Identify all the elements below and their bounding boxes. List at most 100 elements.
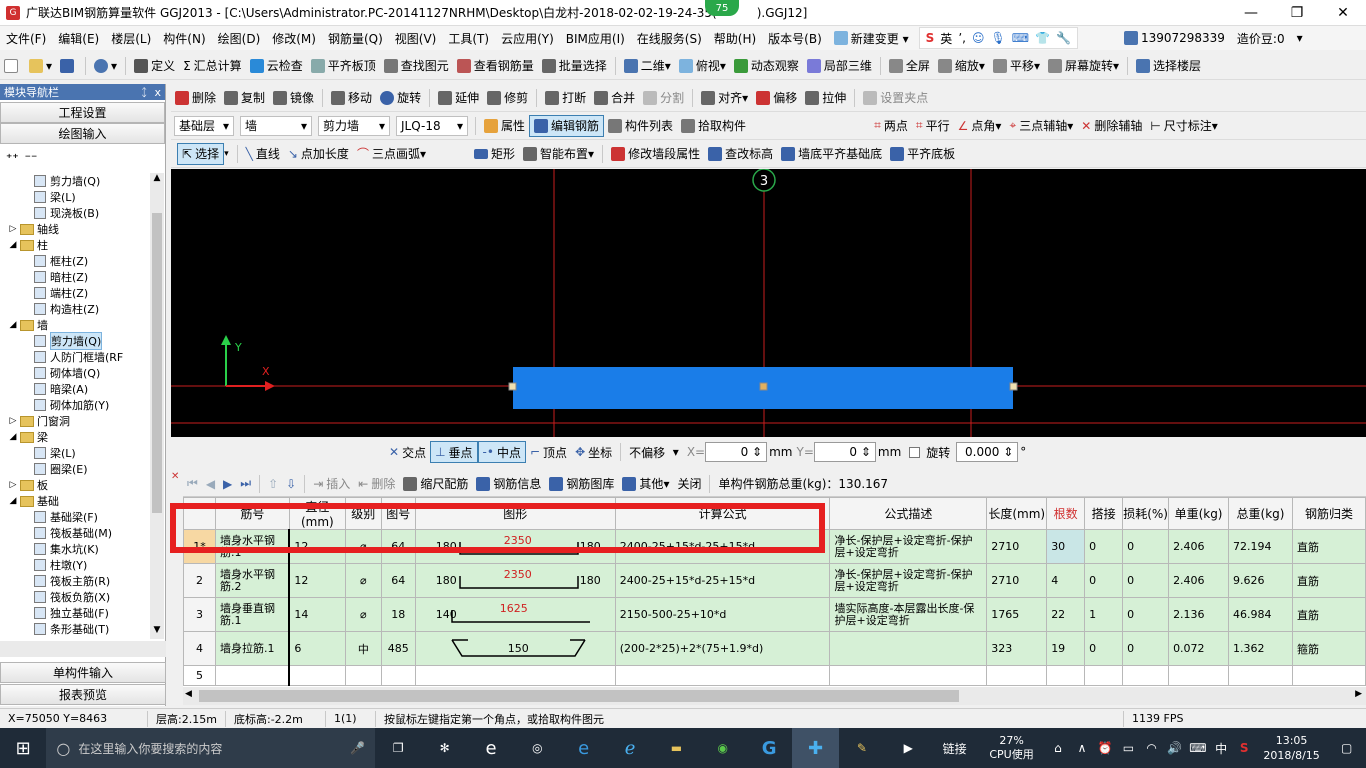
rebar-info-button[interactable]: 钢筋信息	[472, 473, 545, 495]
grid-cell-count[interactable]: 19	[1046, 631, 1086, 666]
row-number-cell[interactable]: 2	[183, 563, 216, 598]
check-elevation-button[interactable]: 查改标高	[704, 143, 777, 165]
summary-calc-button[interactable]: Σ 汇总计算	[179, 55, 246, 77]
insert-row-button[interactable]: ⇥ 插入	[309, 473, 354, 495]
grid-cell-total[interactable]: 72.194	[1228, 529, 1293, 564]
grid-header-cell[interactable]: 钢筋归类	[1291, 497, 1366, 530]
menu-version[interactable]: 版本号(B)	[762, 30, 828, 47]
tree-item[interactable]: 现浇板(B)	[0, 205, 150, 221]
menu-bim[interactable]: BIM应用(I)	[560, 30, 631, 47]
ime-toolbar[interactable]: S 英 ʼ, ☺ 🎙 ⌨ 👕 🔧	[918, 27, 1078, 49]
mirror-button[interactable]: 镜像	[269, 87, 318, 109]
grid-cell-len[interactable]: 1765	[986, 597, 1048, 632]
wall-grip-left[interactable]	[508, 382, 517, 391]
component-list-button[interactable]: 构件列表	[604, 115, 677, 137]
zoom-dropdown[interactable]: 缩放 ▾	[934, 55, 989, 77]
glodon-active-icon[interactable]: ✚	[792, 728, 839, 768]
tree-item[interactable]: 柱墩(Y)	[0, 557, 150, 573]
category-select[interactable]: 墙 ▾	[240, 115, 312, 136]
tree-item[interactable]: 独立基础(F)	[0, 605, 150, 621]
taskbar-search[interactable]: ○ 在这里输入你要搜索的内容 🎤	[46, 728, 376, 768]
snap-vertex[interactable]: ⌐ 顶点	[526, 441, 571, 463]
grid-cell-dia[interactable]	[288, 665, 346, 686]
grid-cell-formula[interactable]	[614, 665, 831, 686]
parallel-button[interactable]: ⌗ 平行	[912, 115, 954, 137]
volume-icon[interactable]: 🔊	[1163, 728, 1186, 768]
type-select[interactable]: 剪力墙 ▾	[318, 115, 390, 136]
tree-item[interactable]: 剪力墙(Q)	[0, 332, 150, 350]
grid-cell-name[interactable]: 墙身拉筋.1	[214, 631, 291, 666]
grid-cell-grade[interactable]: ⌀	[344, 597, 382, 632]
menu-draw[interactable]: 绘图(D)	[212, 30, 267, 47]
close-button[interactable]: ✕	[1320, 0, 1366, 26]
two-point-button[interactable]: ⌗ 两点	[870, 115, 912, 137]
rebar-shape-cell[interactable]: 150	[414, 631, 616, 666]
grid-cell-cat[interactable]	[1291, 665, 1366, 686]
tree-item[interactable]: 筏板主筋(R)	[0, 573, 150, 589]
canvas-svg[interactable]: 3 Y X	[171, 169, 1366, 437]
media-icon[interactable]: ▶	[885, 728, 931, 768]
wifi-icon[interactable]: ◠	[1140, 728, 1163, 768]
row-number-cell[interactable]: 3	[183, 597, 216, 632]
minimize-button[interactable]: —	[1228, 0, 1274, 26]
grid-cell-len[interactable]: 2710	[986, 529, 1048, 564]
tree-item[interactable]: 梁(L)	[0, 445, 150, 461]
grid-cell-name[interactable]: 墙身水平钢筋.2	[214, 563, 291, 598]
tray-expand-icon[interactable]: ∧	[1070, 728, 1093, 768]
grid-cell-len[interactable]: 323	[986, 631, 1048, 666]
start-button[interactable]: ⊞	[0, 728, 46, 768]
row-number-cell[interactable]: 4	[183, 631, 216, 666]
grid-cell-dia[interactable]: 14	[288, 597, 346, 632]
wifi-tool-icon[interactable]: ◎	[514, 728, 560, 768]
batch-select-button[interactable]: 批量选择	[538, 55, 611, 77]
grid-cell-lap[interactable]: 0	[1084, 631, 1124, 666]
move-up-icon[interactable]: ⇧	[264, 473, 282, 495]
browser-360-icon[interactable]: ◉	[700, 728, 746, 768]
collapse-icon[interactable]: ◢	[8, 240, 18, 250]
new-file-icon[interactable]	[0, 55, 25, 77]
wall-grip-mid[interactable]	[759, 382, 768, 391]
alarm-icon[interactable]: ⏰	[1094, 728, 1117, 768]
drawing-input-button[interactable]: 绘图输入	[0, 123, 165, 144]
open-file-icon[interactable]: ▾	[25, 55, 56, 77]
dimension-dropdown[interactable]: ⊢ 尺寸标注 ▾	[1146, 115, 1222, 137]
screen-rotate-dropdown[interactable]: 屏幕旋转 ▾	[1044, 55, 1123, 77]
grid-cell-len[interactable]	[986, 665, 1048, 686]
grid-cell-formula[interactable]: 2400-25+15*d-25+15*d	[614, 563, 831, 598]
menu-component[interactable]: 构件(N)	[157, 30, 211, 47]
grid-cell-desc[interactable]	[829, 631, 988, 666]
menu-cloud[interactable]: 云应用(Y)	[495, 30, 560, 47]
keyboard-tray-icon[interactable]: ⌨	[1186, 728, 1209, 768]
grid-header-cell[interactable]: 单重(kg)	[1168, 497, 1230, 530]
prev-record-icon[interactable]: ◀	[202, 473, 219, 495]
tree-item[interactable]: ▷ 板	[0, 477, 150, 493]
people-icon[interactable]: ⌂	[1045, 728, 1070, 768]
move-down-icon[interactable]: ⇩	[282, 473, 300, 495]
grid-cell-loss[interactable]: 0	[1122, 529, 1170, 564]
offset-button[interactable]: 偏移	[752, 87, 801, 109]
view-2d-dropdown[interactable]: 二维 ▾	[620, 55, 675, 77]
top-view-dropdown[interactable]: 俯视 ▾	[675, 55, 730, 77]
component-select[interactable]: JLQ-18 ▾	[396, 115, 468, 136]
other-dropdown[interactable]: 其他 ▾	[618, 473, 673, 495]
pan-dropdown[interactable]: 平移 ▾	[989, 55, 1044, 77]
grid-hscrollbar[interactable]: ◀ ▶	[183, 687, 1366, 705]
single-component-input-button[interactable]: 单构件输入	[0, 662, 166, 683]
tree-item[interactable]: 砌体加筋(Y)	[0, 397, 150, 413]
grid-cell-loss[interactable]: 0	[1122, 631, 1170, 666]
split-button[interactable]: 分割	[639, 87, 688, 109]
task-view-icon[interactable]: ❐	[375, 728, 421, 768]
delete-button[interactable]: 删除	[171, 87, 220, 109]
edit-rebar-button[interactable]: 编辑钢筋	[529, 114, 605, 137]
edge-icon[interactable]: e	[561, 728, 607, 768]
define-button[interactable]: 定义	[130, 55, 179, 77]
menu-overflow-icon[interactable]: ▾	[1291, 31, 1309, 45]
drawing-canvas[interactable]: 3 Y X	[171, 169, 1366, 437]
tree-item[interactable]: 暗柱(Z)	[0, 269, 150, 285]
find-element-button[interactable]: 查找图元	[380, 55, 453, 77]
grid-cell-unit[interactable]	[1168, 665, 1230, 686]
local-3d-button[interactable]: 局部三维	[803, 55, 876, 77]
break-button[interactable]: 打断	[541, 87, 590, 109]
tree-item[interactable]: 筏板基础(M)	[0, 525, 150, 541]
layer-select[interactable]: 基础层 ▾	[174, 115, 234, 136]
